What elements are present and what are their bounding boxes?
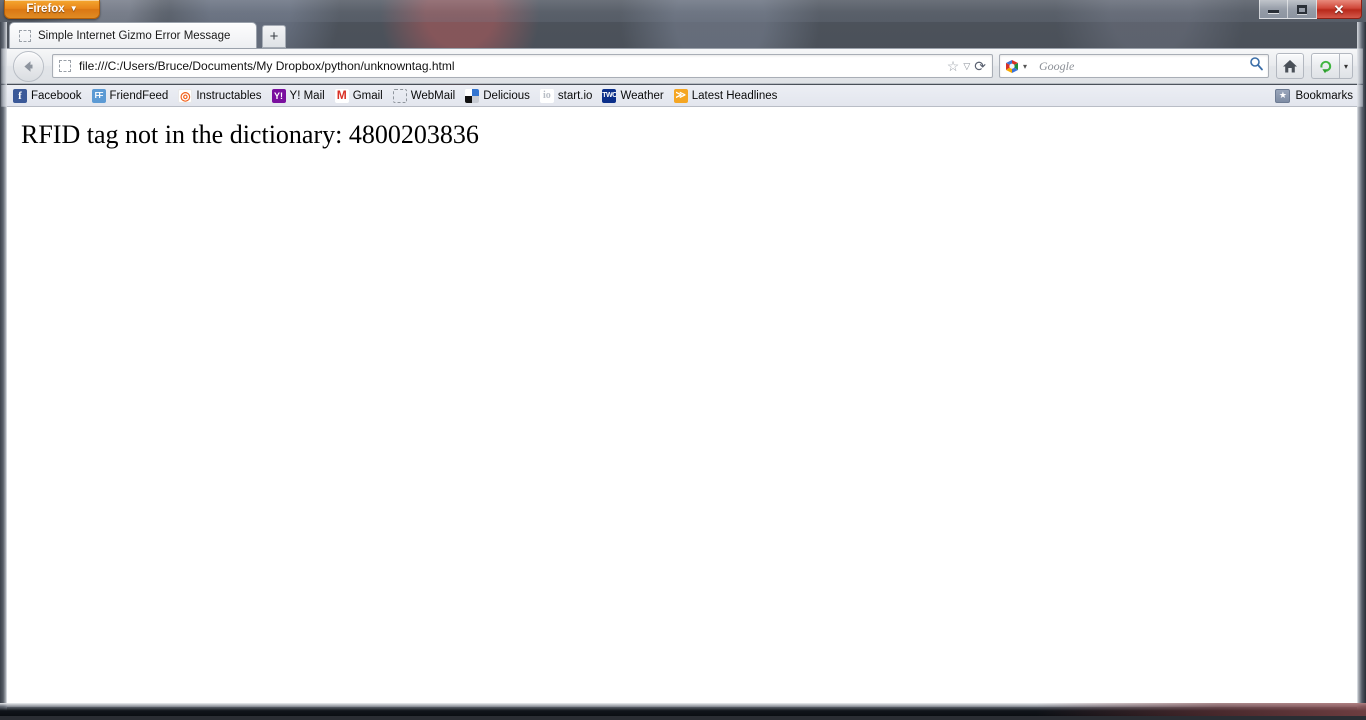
dashed-placeholder-icon: [392, 88, 407, 103]
window-controls: ✕: [1259, 0, 1362, 20]
minimize-button[interactable]: [1259, 0, 1288, 19]
bookmark-star-icon[interactable]: ☆: [947, 59, 960, 73]
bookmark-label: Y! Mail: [289, 89, 325, 102]
search-input[interactable]: Google: [1039, 59, 1249, 74]
bookmark-label: Gmail: [352, 89, 383, 102]
firefox-app-menu-label: Firefox: [26, 3, 65, 16]
search-icon[interactable]: [1249, 56, 1264, 76]
bookmark-label: Facebook: [31, 89, 82, 102]
bookmark-startio[interactable]: io start.io: [536, 88, 599, 104]
bookmarks-menu-button[interactable]: ★ Bookmarks: [1271, 88, 1357, 104]
bookmark-latest-headlines[interactable]: ≫ Latest Headlines: [670, 88, 784, 104]
chevron-down-icon[interactable]: ▽: [963, 61, 970, 71]
back-button[interactable]: [13, 50, 44, 82]
bookmark-friendfeed[interactable]: FF FriendFeed: [88, 88, 175, 104]
search-bar[interactable]: ▾ Google: [999, 54, 1269, 78]
reload-icon[interactable]: ⟳: [974, 59, 986, 73]
downloads-dropdown-button[interactable]: ▾: [1339, 53, 1353, 79]
google-search-engine-icon[interactable]: [1005, 59, 1020, 74]
close-button[interactable]: ✕: [1317, 0, 1362, 19]
delicious-icon: [465, 88, 480, 103]
download-arrow-icon: [1320, 60, 1332, 73]
bookmark-label: FriendFeed: [109, 89, 169, 102]
friendfeed-icon: FF: [91, 88, 106, 103]
bookmark-label: start.io: [557, 89, 593, 102]
tab-title: Simple Internet Gizmo Error Message: [38, 29, 231, 42]
close-icon: ✕: [1333, 1, 1345, 17]
bookmarks-toolbar: f Facebook FF FriendFeed ◎ Instructables…: [1, 85, 1363, 107]
rss-feed-icon: ≫: [673, 88, 688, 103]
instructables-icon: ◎: [178, 88, 193, 103]
home-icon: [1283, 59, 1297, 72]
home-button[interactable]: [1276, 53, 1304, 79]
site-identity-icon: [59, 60, 71, 72]
browser-tab-active[interactable]: Simple Internet Gizmo Error Message: [9, 22, 257, 48]
firefox-app-menu-button[interactable]: Firefox ▼: [4, 0, 100, 19]
back-arrow-icon: [24, 60, 33, 72]
tab-strip: Simple Internet Gizmo Error Message +: [0, 22, 1366, 48]
chevron-down-icon: ▼: [69, 4, 78, 13]
bookmark-gmail[interactable]: M Gmail: [331, 88, 389, 104]
downloads-button[interactable]: [1311, 53, 1339, 79]
window-border-bottom[interactable]: [0, 703, 1366, 716]
window-title-bar: Firefox ▼ ✕: [0, 0, 1366, 22]
bookmarks-menu-label: Bookmarks: [1295, 89, 1353, 102]
facebook-icon: f: [13, 88, 27, 103]
url-bar-actions: ☆ ▽ ⟳: [947, 59, 988, 73]
bookmark-label: Delicious: [483, 89, 530, 102]
bookmark-facebook[interactable]: f Facebook: [9, 88, 88, 104]
url-text: file:///C:/Users/Bruce/Documents/My Drop…: [79, 59, 455, 73]
url-bar[interactable]: file:///C:/Users/Bruce/Documents/My Drop…: [52, 54, 993, 78]
startio-icon: io: [539, 88, 554, 103]
minimize-icon: [1268, 10, 1279, 13]
bookmark-label: Instructables: [196, 89, 262, 102]
search-engine-dropdown-icon[interactable]: ▾: [1023, 62, 1027, 71]
navigation-toolbar: file:///C:/Users/Bruce/Documents/My Drop…: [1, 48, 1363, 84]
maximize-restore-button[interactable]: [1288, 0, 1317, 19]
bookmark-label: Weather: [620, 89, 664, 102]
bookmark-label: Latest Headlines: [691, 89, 778, 102]
bookmark-instructables[interactable]: ◎ Instructables: [174, 88, 267, 104]
restore-icon: [1297, 4, 1307, 14]
gmail-icon: M: [334, 88, 349, 103]
window-border-left[interactable]: [0, 22, 7, 716]
tab-favicon-icon: [19, 29, 31, 42]
firefox-browser-window: Firefox ▼ ✕ Simple Internet Gizmo Error M…: [0, 0, 1366, 716]
weather-channel-icon: TWC: [602, 88, 617, 103]
bookmark-label: WebMail: [410, 89, 456, 102]
page-body-text: RFID tag not in the dictionary: 48002038…: [21, 120, 479, 149]
bookmark-webmail[interactable]: WebMail: [389, 88, 462, 104]
bookmark-delicious[interactable]: Delicious: [461, 88, 536, 104]
page-content-area: RFID tag not in the dictionary: 48002038…: [7, 107, 1357, 707]
new-tab-button[interactable]: +: [262, 25, 286, 48]
star-folder-icon: ★: [1275, 88, 1291, 103]
bookmark-weather[interactable]: TWC Weather: [598, 88, 669, 104]
bookmark-yahoo-mail[interactable]: Y! Y! Mail: [268, 88, 331, 104]
window-border-right[interactable]: [1357, 22, 1366, 716]
yahoo-mail-icon: Y!: [271, 88, 286, 103]
